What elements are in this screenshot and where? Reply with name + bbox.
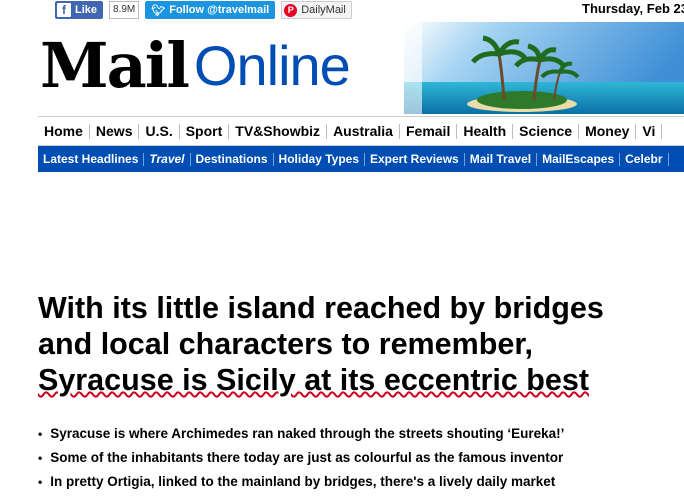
bullet-item: In pretty Ortigia, linked to the mainlan… bbox=[38, 470, 684, 494]
article-headline: With its little island reached by bridge… bbox=[38, 290, 684, 398]
nav-news[interactable]: News bbox=[90, 123, 140, 139]
headline-line-3-text: Syracuse is Sicily at its eccentric best bbox=[38, 363, 589, 397]
facebook-icon: f bbox=[57, 3, 71, 17]
subnav-mail-travel[interactable]: Mail Travel bbox=[465, 152, 538, 166]
subnav-latest-headlines[interactable]: Latest Headlines bbox=[38, 152, 145, 166]
logo-mail-text: Mail bbox=[40, 28, 190, 102]
nav-video[interactable]: Vi bbox=[636, 123, 663, 139]
subnav-destinations[interactable]: Destinations bbox=[191, 152, 274, 166]
nav-us[interactable]: U.S. bbox=[139, 123, 180, 139]
bullet-item: Syracuse is where Archimedes ran naked t… bbox=[38, 422, 684, 446]
social-bar: f Like 8.9M 🐦︎ Follow @travelmail P Dail… bbox=[55, 0, 352, 20]
nav-sport[interactable]: Sport bbox=[180, 123, 230, 139]
nav-australia[interactable]: Australia bbox=[327, 123, 400, 139]
nav-health[interactable]: Health bbox=[457, 123, 514, 139]
subnav-expert-reviews[interactable]: Expert Reviews bbox=[365, 152, 465, 166]
pinterest-button[interactable]: P DailyMail bbox=[281, 1, 352, 19]
facebook-like-count: 8.9M bbox=[109, 1, 140, 19]
logo-online-text: Online bbox=[193, 33, 351, 97]
pinterest-icon: P bbox=[284, 3, 298, 17]
headline-line-2: and local characters to remember, bbox=[38, 327, 533, 361]
travel-banner-image bbox=[404, 22, 684, 114]
nav-science[interactable]: Science bbox=[513, 123, 580, 139]
subnav-mailescapes[interactable]: MailEscapes bbox=[537, 152, 621, 166]
pinterest-label: DailyMail bbox=[301, 4, 346, 16]
subnav-travel[interactable]: Travel bbox=[144, 152, 191, 166]
headline-line-3: Syracuse is Sicily at its eccentric best bbox=[38, 362, 684, 398]
twitter-follow-label: Follow @travelmail bbox=[169, 4, 270, 16]
nav-home[interactable]: Home bbox=[38, 123, 90, 139]
travel-subnav: Latest Headlines Travel Destinations Hol… bbox=[38, 146, 684, 172]
nav-tv-showbiz[interactable]: TV&Showbiz bbox=[229, 123, 328, 139]
subnav-celebrity[interactable]: Celebr bbox=[620, 152, 669, 166]
bullet-item: Some of the inhabitants there today are … bbox=[38, 446, 684, 470]
nav-money[interactable]: Money bbox=[579, 123, 637, 139]
facebook-like-label: Like bbox=[75, 4, 98, 16]
nav-femail[interactable]: Femail bbox=[400, 123, 458, 139]
primary-nav: Home News U.S. Sport TV&Showbiz Australi… bbox=[38, 116, 684, 146]
facebook-like-button[interactable]: f Like bbox=[55, 1, 104, 19]
article-bullets: Syracuse is where Archimedes ran naked t… bbox=[38, 422, 684, 494]
twitter-bird-icon: 🐦︎ bbox=[151, 4, 166, 17]
twitter-follow-button[interactable]: 🐦︎ Follow @travelmail bbox=[145, 1, 276, 19]
mailonline-logo[interactable]: Mail Online bbox=[40, 20, 351, 110]
current-date: Thursday, Feb 23 bbox=[582, 1, 684, 16]
subnav-holiday-types[interactable]: Holiday Types bbox=[274, 152, 365, 166]
headline-line-1: With its little island reached by bridge… bbox=[38, 291, 604, 325]
